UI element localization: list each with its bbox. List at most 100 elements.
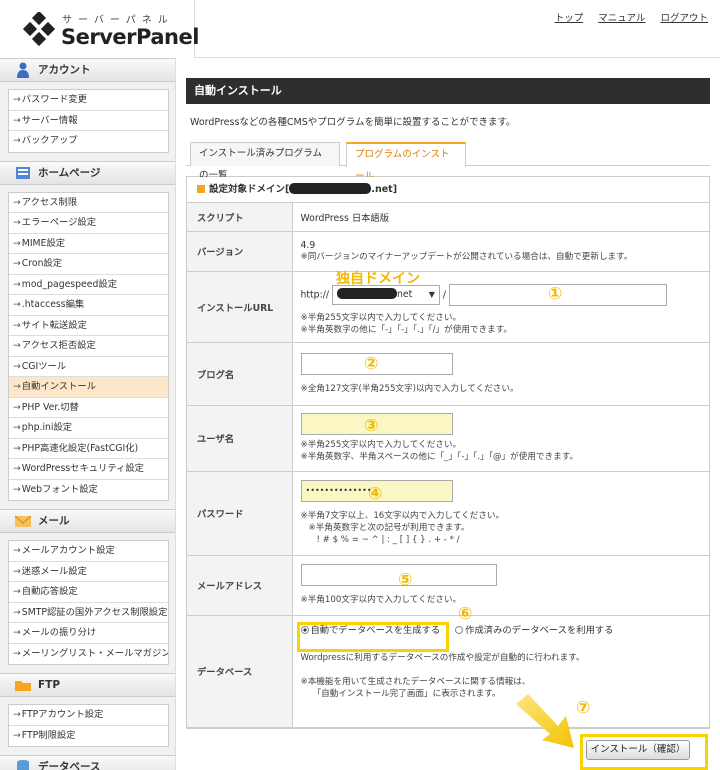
url-note-2: ※半角英数字の他に「-」「-」「.」「/」が使用できます。	[300, 324, 513, 335]
sidebar-list: →アクセス制限 →エラーページ設定 →MIME設定 →Cron設定 →mod_pages…	[8, 191, 169, 501]
url-note-1: ※半角255文字以内で入力してください。	[300, 312, 462, 323]
sidebar-item[interactable]: →CGIツール	[9, 357, 168, 377]
sidebar-item[interactable]: →メールアカウント設定	[9, 541, 168, 562]
manual-link[interactable]: マニュアル	[598, 13, 645, 24]
sidebar-item[interactable]: →バックアップ	[9, 131, 168, 152]
sidebar-item[interactable]: →メーリングリスト・メールマガジン	[9, 644, 168, 665]
arrow-right-icon: →	[13, 217, 21, 228]
top-links: トップ マニュアル ログアウト	[543, 10, 708, 24]
arrow-right-icon: →	[13, 545, 21, 556]
sidebar-item[interactable]: →自動インストール	[9, 377, 168, 398]
sidebar-item[interactable]: →メールの振り分け	[9, 623, 168, 644]
arrow-right-icon: →	[13, 360, 21, 372]
sidebar-item[interactable]: →FTPアカウント設定	[9, 705, 168, 726]
arrow-right-icon: →	[13, 463, 21, 474]
sidebar-item[interactable]: →MIME設定	[9, 234, 168, 254]
label-password: パスワード	[187, 471, 293, 556]
page-title: 自動インストール	[186, 78, 710, 104]
sidebar-item[interactable]: →エラーページ設定	[9, 213, 168, 234]
sidebar-item-label: Webフォント設定	[21, 483, 98, 495]
arrow-right-icon: →	[13, 319, 21, 331]
label-version: バージョン	[187, 231, 293, 272]
sidebar-item-label: エラーページ設定	[21, 217, 96, 228]
arrow-right-icon: →	[13, 278, 21, 290]
domain-prefix: 設定対象ドメイン[	[209, 184, 290, 195]
row-email: メールアドレス ※半角100文字以内で入力してください。	[187, 555, 709, 616]
sidebar-item[interactable]: →PHP高速化設定(FastCGI化)	[9, 439, 168, 459]
sidebar-section-header[interactable]: ホームページ	[0, 160, 175, 185]
sidebar-section-header[interactable]: FTP	[0, 673, 175, 697]
sidebar-item[interactable]: →.htaccess編集	[9, 295, 168, 316]
sidebar-item[interactable]: →PHP Ver.切替	[9, 398, 168, 418]
redacted-domain	[289, 183, 372, 194]
sidebar-item-label: FTPアカウント設定	[21, 709, 104, 720]
sidebar-item[interactable]: →アクセス制限	[9, 193, 168, 213]
header: サーバーパネル ServerPanel トップ マニュアル ログアウト	[0, 0, 720, 58]
sidebar-item[interactable]: →SMTP認証の国外アクセス制限設定	[9, 603, 168, 623]
sidebar-item[interactable]: →php.ini設定	[9, 418, 168, 439]
sidebar-item-label: PHP高速化設定(FastCGI化)	[21, 442, 139, 454]
username-note-1: ※半角255文字以内で入力してください。	[300, 440, 462, 450]
annotation-number-1: ①	[548, 284, 563, 304]
arrow-right-icon: →	[13, 442, 21, 454]
sidebar-section-header[interactable]: メール	[0, 509, 175, 533]
annotation-number-4: ④	[368, 484, 383, 504]
logo-mark-icon	[22, 12, 56, 47]
arrow-right-icon: →	[13, 401, 21, 413]
highlight-auto-db	[297, 622, 449, 652]
arrow-right-icon: →	[13, 647, 21, 659]
sidebar-item-label: バックアップ	[21, 135, 78, 146]
logout-link[interactable]: ログアウト	[660, 13, 708, 24]
sidebar-section-header[interactable]: アカウント	[0, 58, 175, 82]
sidebar-item[interactable]: →パスワード変更	[9, 90, 168, 111]
sidebar-item[interactable]: →Webフォント設定	[9, 480, 168, 501]
logo[interactable]: サーバーパネル ServerPanel	[0, 0, 199, 58]
annotation-number-3: ③	[364, 416, 379, 436]
envelope-icon	[14, 515, 32, 527]
sidebar-item[interactable]: →自動応答設定	[9, 582, 168, 603]
arrow-right-icon: →	[13, 586, 21, 597]
sidebar-item-label: MIME設定	[21, 237, 66, 249]
person-icon	[17, 62, 29, 78]
row-password: パスワード •••••••••••••• ※半角7文字以上、16文字以内で入力し…	[187, 471, 709, 556]
version-value: 4.9	[300, 239, 316, 251]
tab-install-program[interactable]: プログラムのインストール	[346, 142, 466, 182]
sidebar-item-label: php.ini設定	[21, 422, 73, 433]
tab-installed-programs[interactable]: インストール済みプログラムの一覧	[190, 142, 340, 181]
sidebar-item-label: サイト転送設定	[21, 319, 87, 331]
arrow-right-icon: →	[13, 565, 21, 577]
label-script: スクリプト	[187, 203, 293, 232]
top-link[interactable]: トップ	[555, 13, 584, 24]
annotation-domain-label: 独自ドメイン	[336, 271, 420, 287]
sidebar-item-label: メールの振り分け	[21, 627, 97, 638]
sidebar-list: →FTPアカウント設定 →FTP制限設定	[8, 704, 169, 747]
page-description: WordPressなどの各種CMSやプログラムを簡単に設置することができます。	[190, 117, 516, 128]
sidebar-item-label: サーバー情報	[21, 114, 78, 126]
sidebar-section-title: メール	[38, 515, 70, 527]
arrow-right-icon: →	[13, 196, 21, 208]
annotation-number-6: ⑥	[458, 604, 473, 624]
arrow-right-icon: →	[13, 627, 21, 638]
sidebar-list: →メールアカウント設定 →迷惑メール設定 →自動応答設定 →SMTP認証の国外アクセス…	[8, 540, 169, 665]
sidebar-item[interactable]: →WordPressセキュリティ設定	[9, 459, 168, 480]
domain-select-suffix: net	[396, 288, 413, 300]
label-username: ユーザ名	[187, 405, 293, 472]
sidebar-item[interactable]: →サーバー情報	[9, 111, 168, 131]
logo-kana: サーバーパネル	[62, 15, 174, 26]
sidebar-item[interactable]: →迷惑メール設定	[9, 562, 168, 582]
password-note-1: ※半角7文字以上、16文字以内で入力してください。	[300, 511, 505, 521]
sidebar-item-label: 自動インストール	[21, 381, 96, 392]
sidebar-list: →パスワード変更 →サーバー情報 →バックアップ	[8, 89, 169, 153]
sidebar-item[interactable]: →FTP制限設定	[9, 726, 168, 747]
book-icon	[16, 166, 30, 179]
sidebar-item[interactable]: →mod_pagespeed設定	[9, 275, 168, 295]
logo-text: ServerPanel	[61, 25, 199, 49]
sidebar-item-label: メールアカウント設定	[21, 545, 115, 556]
orange-bullet-icon	[197, 185, 205, 193]
sidebar-section-header[interactable]: データベース	[0, 755, 175, 770]
sidebar-item[interactable]: →Cron設定	[9, 254, 168, 275]
label-install-url: インストールURL	[187, 271, 293, 343]
sidebar-item[interactable]: →サイト転送設定	[9, 316, 168, 336]
sidebar-item[interactable]: →アクセス拒否設定	[9, 336, 168, 357]
radio-existing-db[interactable]: 作成済みのデータベースを利用する	[455, 625, 613, 636]
